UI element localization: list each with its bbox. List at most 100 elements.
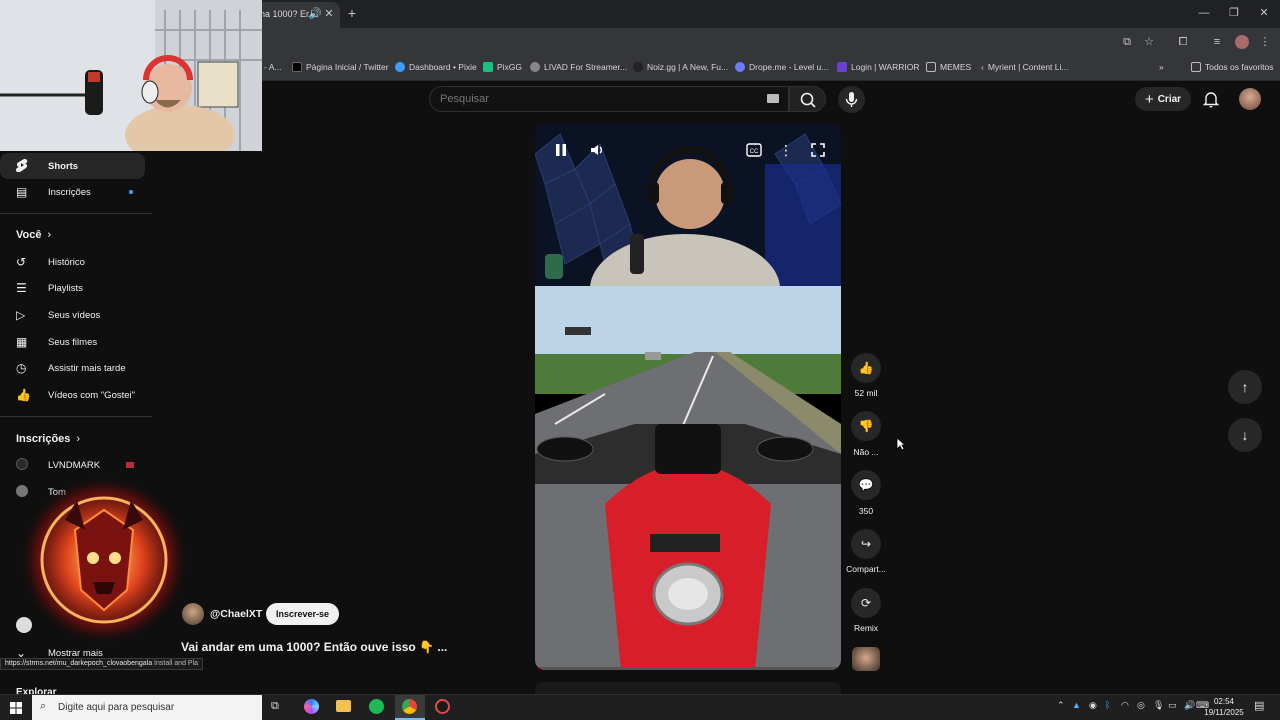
bookmark-item[interactable]: PixGG (483, 60, 522, 74)
sidebar-divider (0, 213, 152, 214)
sidebar-section-you[interactable]: Você › (16, 229, 51, 241)
wifi-icon[interactable]: ◠ (1121, 700, 1129, 711)
sidebar-item-your-videos[interactable]: ▷ Seus vídeos (0, 302, 145, 328)
remix-button[interactable]: ⟳ (851, 588, 881, 618)
bookmark-item[interactable]: ‹ Myrient | Content Li... (981, 60, 1068, 74)
short-title[interactable]: Vai andar em uma 1000? Então ouve isso 👇… (181, 640, 447, 654)
create-button[interactable]: + Criar (1135, 87, 1191, 111)
more-options-icon[interactable]: ⋮ (779, 142, 793, 158)
like-button[interactable]: 👍 (851, 353, 881, 383)
volume-button[interactable] (589, 142, 605, 158)
spotify-icon[interactable] (369, 699, 384, 714)
new-tab-button[interactable]: + (345, 6, 359, 20)
bookmark-item[interactable]: Login | WARRIOR (837, 60, 920, 74)
dislike-label: Não ... (853, 447, 879, 457)
bookmark-star-icon[interactable]: ☆ (1142, 35, 1156, 49)
video-progress-fill (535, 667, 542, 670)
channel-name[interactable]: @ChaelXT (210, 608, 262, 620)
bookmark-folder[interactable]: MEMES (926, 60, 971, 74)
sidebar-item-subscriptions[interactable]: ▤ Inscrições (0, 179, 145, 205)
bookmark-item[interactable]: Noiz.gg | A New, Fu... (633, 60, 728, 74)
bookmark-item[interactable]: Drope.me - Level u... (735, 60, 828, 74)
chrome-icon (402, 699, 417, 714)
tab-close-icon[interactable]: ✕ (322, 7, 336, 21)
bookmark-item[interactable]: - A... (264, 60, 281, 74)
plus-icon: + (1144, 90, 1154, 108)
bookmark-item[interactable]: LIVAD For Streamer... (530, 60, 627, 74)
voice-search-button[interactable] (838, 86, 865, 113)
account-avatar[interactable] (1239, 88, 1261, 110)
window-minimize-button[interactable]: — (1197, 6, 1211, 20)
pause-button[interactable] (553, 142, 569, 158)
extensions-icon[interactable]: ⧠ (1176, 35, 1190, 49)
tray-app-icon[interactable]: ▲ (1072, 700, 1081, 710)
comment-icon: 💬 (858, 478, 874, 492)
tray-app-icon[interactable]: ◎ (1137, 700, 1145, 711)
shorts-video-player[interactable] (535, 124, 841, 670)
install-app-icon[interactable]: ⧉ (1120, 35, 1134, 49)
keyboard-icon[interactable] (767, 94, 779, 103)
next-short-button[interactable]: ↓ (1228, 418, 1262, 452)
like-icon: 👍 (858, 361, 874, 375)
live-indicator (126, 462, 134, 468)
fullscreen-button[interactable] (810, 142, 826, 158)
profile-avatar-icon[interactable] (1235, 35, 1249, 49)
search-icon: ⌕ (40, 700, 47, 712)
sidebar-item-shorts[interactable]: Shorts (0, 153, 145, 179)
all-bookmarks-folder[interactable]: Todos os favoritos (1191, 60, 1274, 74)
comments-button[interactable]: 💬 (851, 470, 881, 500)
start-button[interactable] (10, 701, 22, 714)
sidebar-section-subscriptions[interactable]: Inscrições › (16, 433, 80, 445)
new-content-dot (129, 190, 133, 194)
previous-short-button[interactable]: ↑ (1228, 370, 1262, 404)
chrome-taskbar-button[interactable] (395, 695, 425, 720)
captions-button[interactable]: CC (746, 143, 762, 157)
sidebar-item-movies[interactable]: ▦ Seus filmes (0, 329, 145, 355)
microphone-icon[interactable]: 🎙 (1153, 700, 1164, 711)
sidebar-item-label: Inscrições (48, 186, 91, 198)
sound-thumbnail[interactable] (852, 647, 880, 671)
tab-audio-icon[interactable]: 🔊 (308, 7, 322, 21)
bookmark-item[interactable]: Dashboard • Pixie (395, 60, 477, 74)
svg-text:CC: CC (750, 149, 759, 155)
search-input[interactable] (440, 92, 740, 106)
sidebar-item-watch-later[interactable]: ◷ Assistir mais tarde (0, 355, 145, 381)
more-bookmarks-icon[interactable]: » (1159, 60, 1164, 74)
subscribe-button[interactable]: Inscrever-se (266, 603, 339, 625)
comment-count: 350 (858, 506, 874, 516)
taskbar-search[interactable]: Digite aqui para pesquisar (32, 695, 262, 720)
channel-avatar[interactable] (16, 617, 32, 633)
sidebar-item-liked-videos[interactable]: 👍 Vídeos com "Gostei" (0, 382, 145, 408)
search-button[interactable] (789, 86, 826, 112)
network-icon[interactable]: ▭ (1168, 700, 1177, 711)
notification-center-icon[interactable]: ▤ (1254, 699, 1264, 712)
bookmark-item[interactable]: Página Inicial / Twitter (292, 60, 389, 74)
dislike-button[interactable]: 👎 (851, 411, 881, 441)
copilot-icon[interactable] (304, 699, 319, 714)
task-view-icon[interactable]: ⧉ (271, 700, 279, 713)
channel-avatar[interactable] (182, 603, 204, 625)
sidebar-item-playlists[interactable]: ☰ Playlists (0, 275, 145, 301)
taskbar-clock[interactable]: 02:54 19/11/2025 (1203, 696, 1245, 718)
windows-logo-icon (10, 702, 22, 714)
video-frame (535, 124, 841, 670)
tray-overflow-icon[interactable]: ⌃ (1057, 700, 1065, 711)
browser-menu-icon[interactable]: ⋮ (1258, 35, 1272, 49)
window-restore-button[interactable]: ❐ (1227, 6, 1241, 20)
sidebar-item-history[interactable]: ↺ Histórico (0, 249, 145, 275)
discord-icon[interactable]: ◉ (1089, 700, 1097, 711)
folder-icon (1191, 62, 1201, 72)
notifications-button[interactable] (1202, 90, 1220, 108)
window-close-button[interactable]: ✕ (1257, 6, 1271, 20)
watch-later-icon: ◷ (16, 361, 27, 375)
arrow-up-icon: ↑ (1241, 379, 1249, 395)
bluetooth-icon[interactable]: ᛒ (1105, 700, 1110, 710)
obs-icon[interactable] (435, 699, 450, 714)
liked-icon: 👍 (16, 388, 31, 402)
file-explorer-icon[interactable] (336, 700, 351, 712)
share-button[interactable]: ↪ (851, 529, 881, 559)
pixie-logo-icon (395, 62, 405, 72)
volume-icon[interactable]: 🔊 (1184, 700, 1195, 711)
media-control-icon[interactable]: ≡ (1210, 35, 1224, 49)
remix-label: Remix (853, 623, 879, 633)
